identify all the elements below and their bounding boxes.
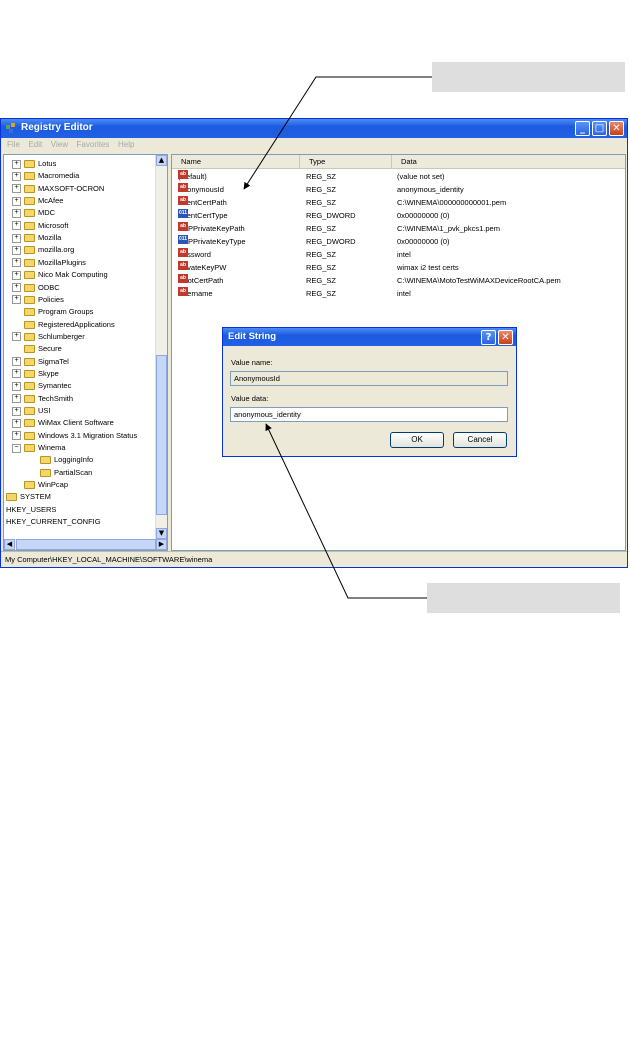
- callout-arrow-bottom: [265, 423, 427, 599]
- callout-arrows: [243, 76, 432, 599]
- callout-arrow-top: [243, 76, 432, 190]
